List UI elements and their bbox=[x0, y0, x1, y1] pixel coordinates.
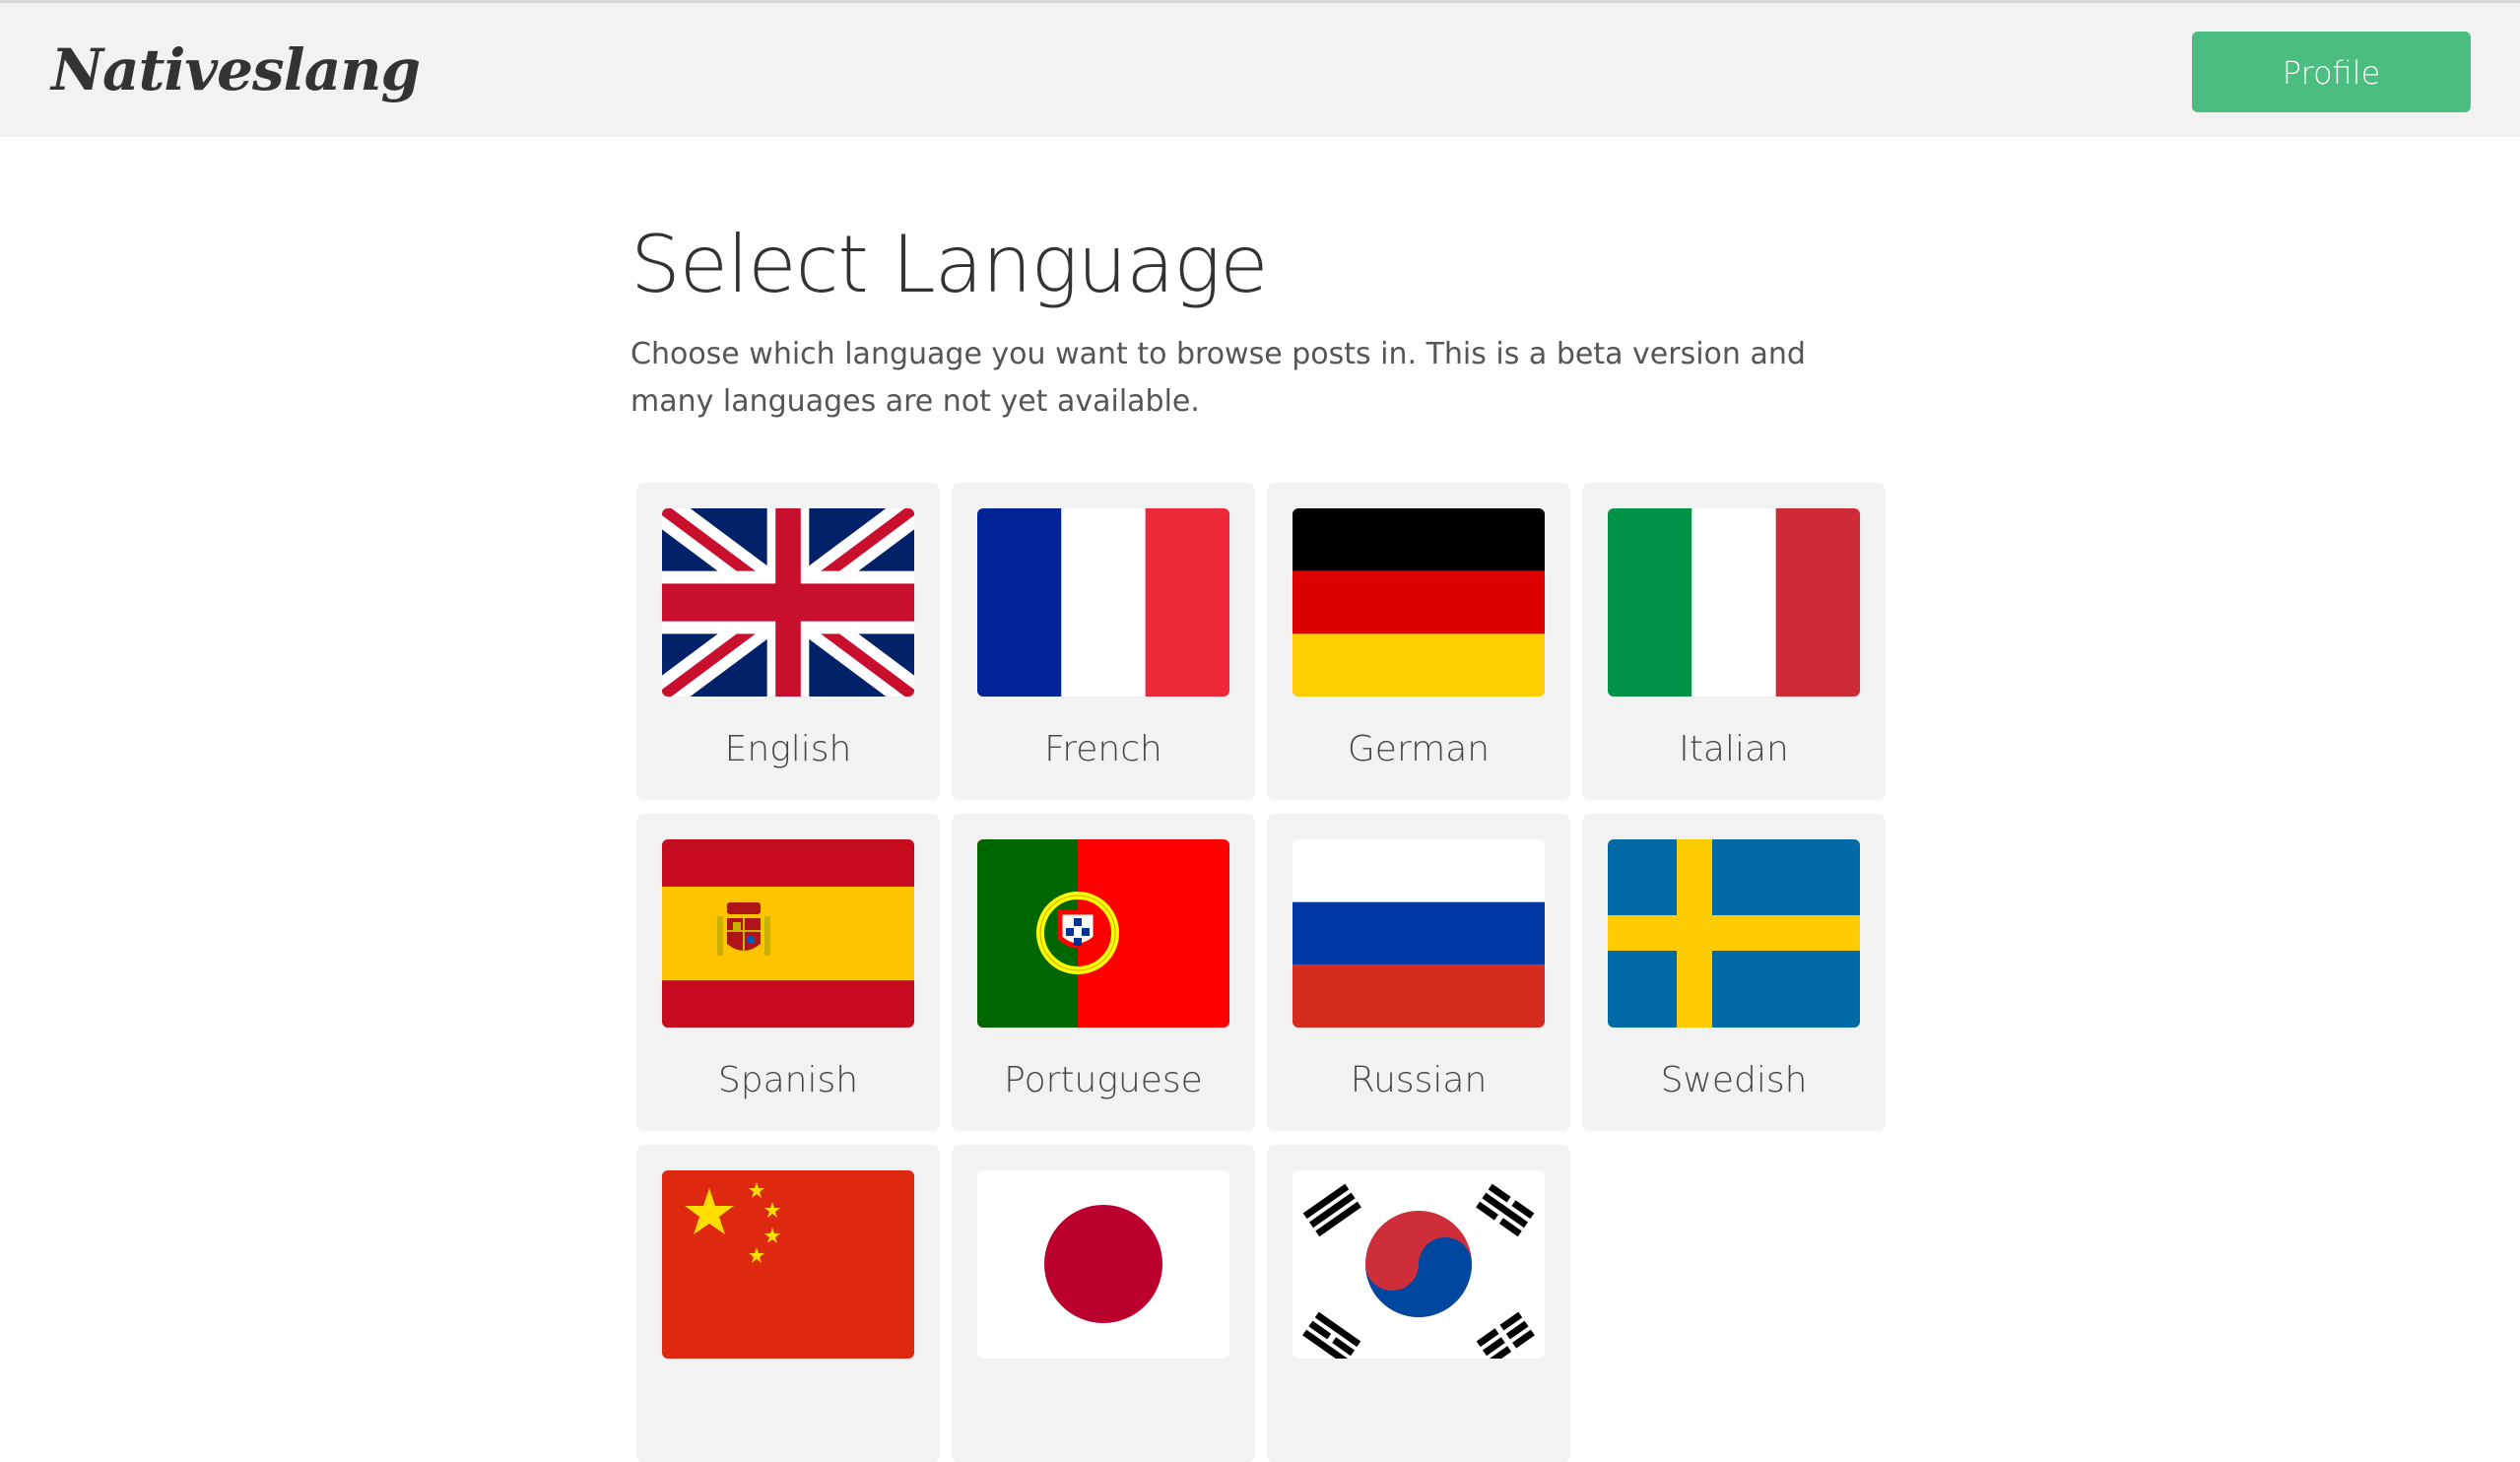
language-card-english[interactable]: English bbox=[636, 483, 940, 800]
header-bar: Nativeslang Profile bbox=[0, 3, 2520, 137]
language-label: French bbox=[1044, 729, 1162, 769]
language-label: Italian bbox=[1679, 729, 1789, 769]
language-card-swedish[interactable]: Swedish bbox=[1582, 814, 1886, 1131]
language-card-german[interactable]: German bbox=[1267, 483, 1570, 800]
language-card-spanish[interactable]: Spanish bbox=[636, 814, 940, 1131]
russia-flag-icon bbox=[1293, 839, 1545, 1028]
italy-flag-icon bbox=[1608, 508, 1860, 697]
language-label: Portuguese bbox=[1004, 1060, 1203, 1100]
language-card-chinese[interactable] bbox=[636, 1145, 940, 1462]
spain-flag-icon bbox=[662, 839, 914, 1028]
logo[interactable]: Nativeslang bbox=[51, 31, 421, 109]
page-title: Select Language bbox=[630, 219, 1268, 310]
korea-flag-icon bbox=[1293, 1170, 1545, 1359]
language-card-japanese[interactable] bbox=[952, 1145, 1255, 1462]
page-description: Choose which language you want to browse… bbox=[630, 337, 1806, 419]
uk-flag-icon bbox=[662, 508, 914, 697]
germany-flag-icon bbox=[1293, 508, 1545, 697]
language-label: English bbox=[724, 729, 852, 769]
language-card-portuguese[interactable]: Portuguese bbox=[952, 814, 1255, 1131]
language-card-french[interactable]: French bbox=[952, 483, 1255, 800]
france-flag-icon bbox=[977, 508, 1229, 697]
language-label: Swedish bbox=[1660, 1060, 1808, 1100]
language-label: Russian bbox=[1350, 1060, 1488, 1100]
main-content: Select Language Choose which language yo… bbox=[630, 207, 1891, 426]
japan-flag-icon bbox=[977, 1170, 1229, 1359]
language-card-italian[interactable]: Italian bbox=[1582, 483, 1886, 800]
portugal-flag-icon bbox=[977, 839, 1229, 1028]
profile-button[interactable]: Profile bbox=[2192, 32, 2471, 112]
language-label: Spanish bbox=[717, 1060, 859, 1100]
language-card-russian[interactable]: Russian bbox=[1267, 814, 1570, 1131]
china-flag-icon bbox=[662, 1170, 914, 1359]
language-card-korean[interactable] bbox=[1267, 1145, 1570, 1462]
sweden-flag-icon bbox=[1608, 839, 1860, 1028]
language-label: German bbox=[1347, 729, 1491, 769]
